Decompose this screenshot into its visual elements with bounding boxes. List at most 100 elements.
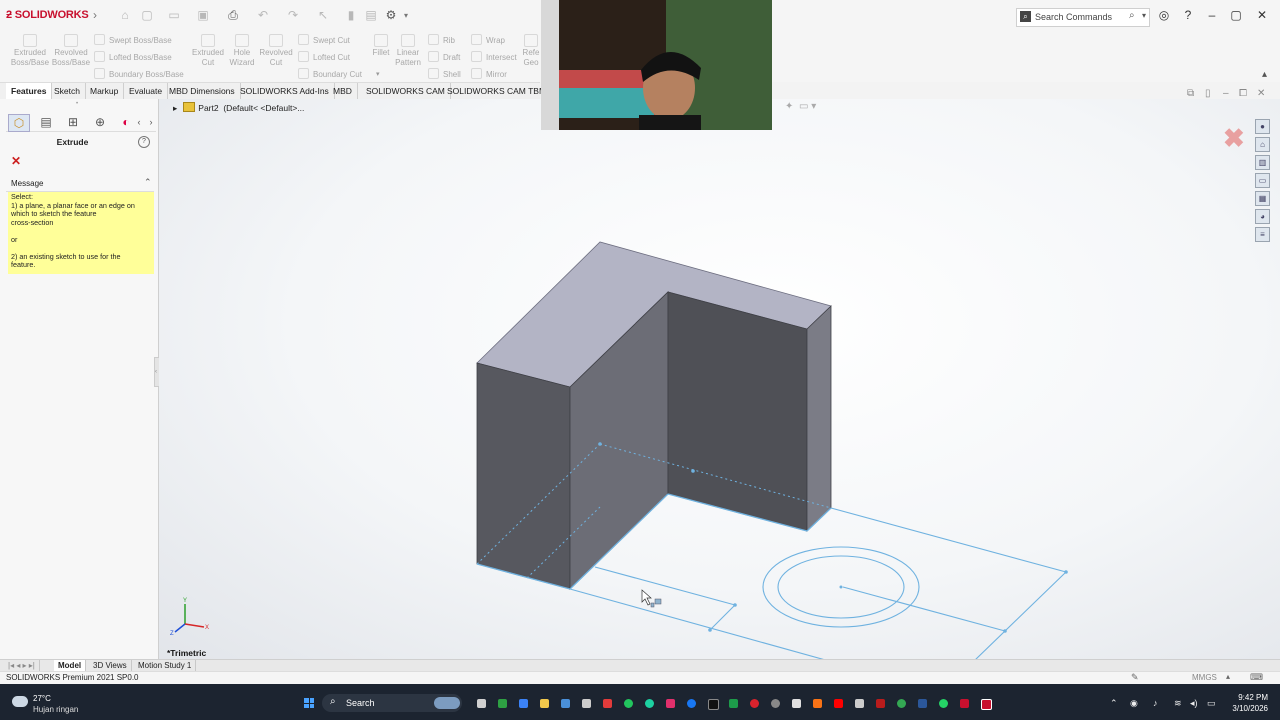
app-icon[interactable] — [498, 699, 507, 708]
revolved-boss-button[interactable]: Revolved Boss/Base — [49, 34, 93, 68]
displaymanager-tab-icon[interactable]: ◐ — [116, 114, 136, 130]
windows-start-icon[interactable] — [304, 698, 314, 708]
edge-browser-icon[interactable] — [519, 699, 528, 708]
app-icon[interactable] — [771, 699, 780, 708]
solidworks-logo[interactable]: ƻ SOLIDWORKS — [6, 9, 89, 21]
menu-expand-icon[interactable]: › — [88, 9, 102, 22]
configurationmanager-tab-icon[interactable]: ⊞ — [63, 114, 83, 130]
battery-icon[interactable]: ▭ — [1207, 698, 1216, 709]
options-dropdown-icon[interactable]: ▾ — [399, 9, 413, 22]
help-icon[interactable]: ? — [138, 136, 150, 148]
word-icon[interactable] — [918, 699, 927, 708]
app-icon[interactable] — [876, 699, 885, 708]
taskbar-search[interactable]: ⌕ Search — [322, 694, 462, 712]
boundary-boss-button[interactable]: Boundary Boss/Base — [94, 68, 184, 79]
instagram-icon[interactable] — [666, 699, 675, 708]
app-icon[interactable] — [855, 699, 864, 708]
draft-button[interactable]: Draft — [428, 51, 460, 62]
tabs-scroll-left-icon[interactable]: ‹ — [134, 114, 144, 130]
wifi-icon[interactable]: ≋ — [1174, 698, 1182, 709]
weather-description[interactable]: Hujan ringan — [33, 705, 78, 714]
tab-mbd[interactable]: MBD — [328, 83, 358, 99]
sketch-line[interactable] — [830, 507, 1067, 573]
app-icon[interactable] — [645, 699, 654, 708]
options-gear-icon[interactable]: ⚙ — [384, 9, 398, 22]
dimxpertmanager-tab-icon[interactable]: ⊕ — [90, 114, 110, 130]
tiktok-icon[interactable] — [708, 699, 719, 710]
sketch-line[interactable] — [974, 571, 1067, 659]
tab-markup[interactable]: Markup — [85, 83, 125, 99]
doc-close-icon[interactable]: ✕ — [1257, 88, 1265, 99]
print-icon[interactable]: ⎙ — [226, 9, 240, 22]
microphone-icon[interactable]: ♪ — [1153, 698, 1158, 708]
sketch-point[interactable] — [708, 628, 712, 632]
command-manager-expand-icon[interactable]: ▴ — [1262, 69, 1267, 80]
tile-view-icon[interactable]: ▯ — [1205, 88, 1211, 99]
excel-icon[interactable] — [729, 699, 738, 708]
message-group-header[interactable]: Message ⌃ — [6, 177, 154, 192]
rebuild-icon[interactable]: ▮ — [344, 9, 358, 22]
open-folder-icon[interactable]: ▭ — [167, 9, 181, 22]
sketch-line[interactable] — [594, 566, 736, 606]
shell-button[interactable]: Shell — [428, 68, 461, 79]
intersect-button[interactable]: Intersect — [471, 51, 517, 62]
right-front-face[interactable] — [667, 291, 808, 532]
sketch-point[interactable] — [1064, 570, 1068, 574]
weather-temperature[interactable]: 27°C — [33, 694, 51, 703]
panel-grip-icon[interactable]: • — [76, 101, 78, 107]
unit-system[interactable]: MMGS — [1192, 673, 1217, 682]
graphics-area[interactable]: ▸ Part2 (Default< <Default>... ✦ ▭ ▾ ⧉ ▯ … — [159, 88, 1280, 659]
sketch-point[interactable] — [733, 603, 737, 607]
sketch-point[interactable] — [691, 469, 695, 473]
spotify-icon[interactable] — [624, 699, 633, 708]
tab-features[interactable]: Features — [6, 83, 53, 99]
left-front-face[interactable] — [476, 362, 571, 590]
circle-center-point[interactable] — [839, 585, 843, 589]
propertymanager-tab-icon[interactable]: ▤ — [36, 114, 56, 130]
redo-icon[interactable]: ↷ — [286, 9, 300, 22]
maximize-icon[interactable]: ▢ — [1229, 9, 1243, 22]
weather-cloud-icon[interactable] — [12, 696, 28, 707]
boundary-cut-button[interactable]: Boundary Cut — [298, 68, 362, 79]
mirror-button[interactable]: Mirror — [471, 68, 507, 79]
app-icon[interactable] — [561, 699, 570, 708]
file-properties-icon[interactable]: ▤ — [364, 9, 378, 22]
model-viewport[interactable]: Y X Z — [159, 99, 1280, 659]
sketch-line[interactable] — [709, 604, 736, 631]
rib-button[interactable]: Rib — [428, 34, 455, 45]
sketch-point[interactable] — [598, 442, 602, 446]
cancel-close-icon[interactable]: ✕ — [11, 154, 21, 168]
search-commands-input[interactable]: ⌕ Search Commands ⌕ ▾ — [1016, 8, 1150, 27]
volume-icon[interactable]: ◂) — [1190, 698, 1198, 709]
home-icon[interactable]: ⌂ — [118, 9, 132, 22]
file-explorer-taskbar-icon[interactable] — [540, 699, 549, 708]
clock-time[interactable]: 9:42 PM — [1230, 693, 1268, 702]
sketch-line[interactable] — [569, 588, 829, 659]
reference-geometry-button[interactable]: Refe Geo — [520, 34, 542, 68]
select-icon[interactable]: ↖ — [316, 9, 330, 22]
clock-date[interactable]: 3/10/2026 — [1228, 704, 1268, 713]
app-icon[interactable] — [603, 699, 612, 708]
doc-maximize-icon[interactable]: ⧠ — [1239, 88, 1247, 99]
tab-solidworks-add-ins[interactable]: SOLIDWORKS Add-Ins — [235, 83, 335, 99]
app-icon[interactable] — [792, 699, 801, 708]
tab-evaluate[interactable]: Evaluate — [124, 83, 169, 99]
search-dropdown-icon[interactable]: ▾ — [1142, 11, 1146, 20]
featuremanager-tab-icon[interactable]: ⬡ — [8, 114, 30, 132]
app-icon[interactable] — [750, 699, 759, 708]
swept-boss-button[interactable]: Swept Boss/Base — [94, 34, 172, 45]
undo-icon[interactable]: ↶ — [256, 9, 270, 22]
app-icon[interactable] — [813, 699, 822, 708]
tab-solidworks-cam-tbm[interactable]: SOLIDWORKS CAM TBM — [442, 83, 553, 99]
tab-solidworks-cam[interactable]: SOLIDWORKS CAM — [361, 83, 451, 99]
tray-overflow-icon[interactable]: ⌃ — [1110, 698, 1118, 709]
tab-sketch[interactable]: Sketch — [49, 83, 86, 99]
close-window-icon[interactable]: ✕ — [1255, 9, 1269, 22]
doc-minimize-icon[interactable]: – — [1223, 88, 1229, 99]
rebuild-status-icon[interactable]: ✎ — [1131, 672, 1139, 683]
youtube-icon[interactable] — [834, 699, 843, 708]
lofted-cut-button[interactable]: Lofted Cut — [298, 51, 350, 62]
facebook-icon[interactable] — [687, 699, 696, 708]
tab-mbd-dimensions[interactable]: MBD Dimensions — [164, 83, 241, 99]
sketch-profile[interactable] — [569, 507, 1067, 659]
